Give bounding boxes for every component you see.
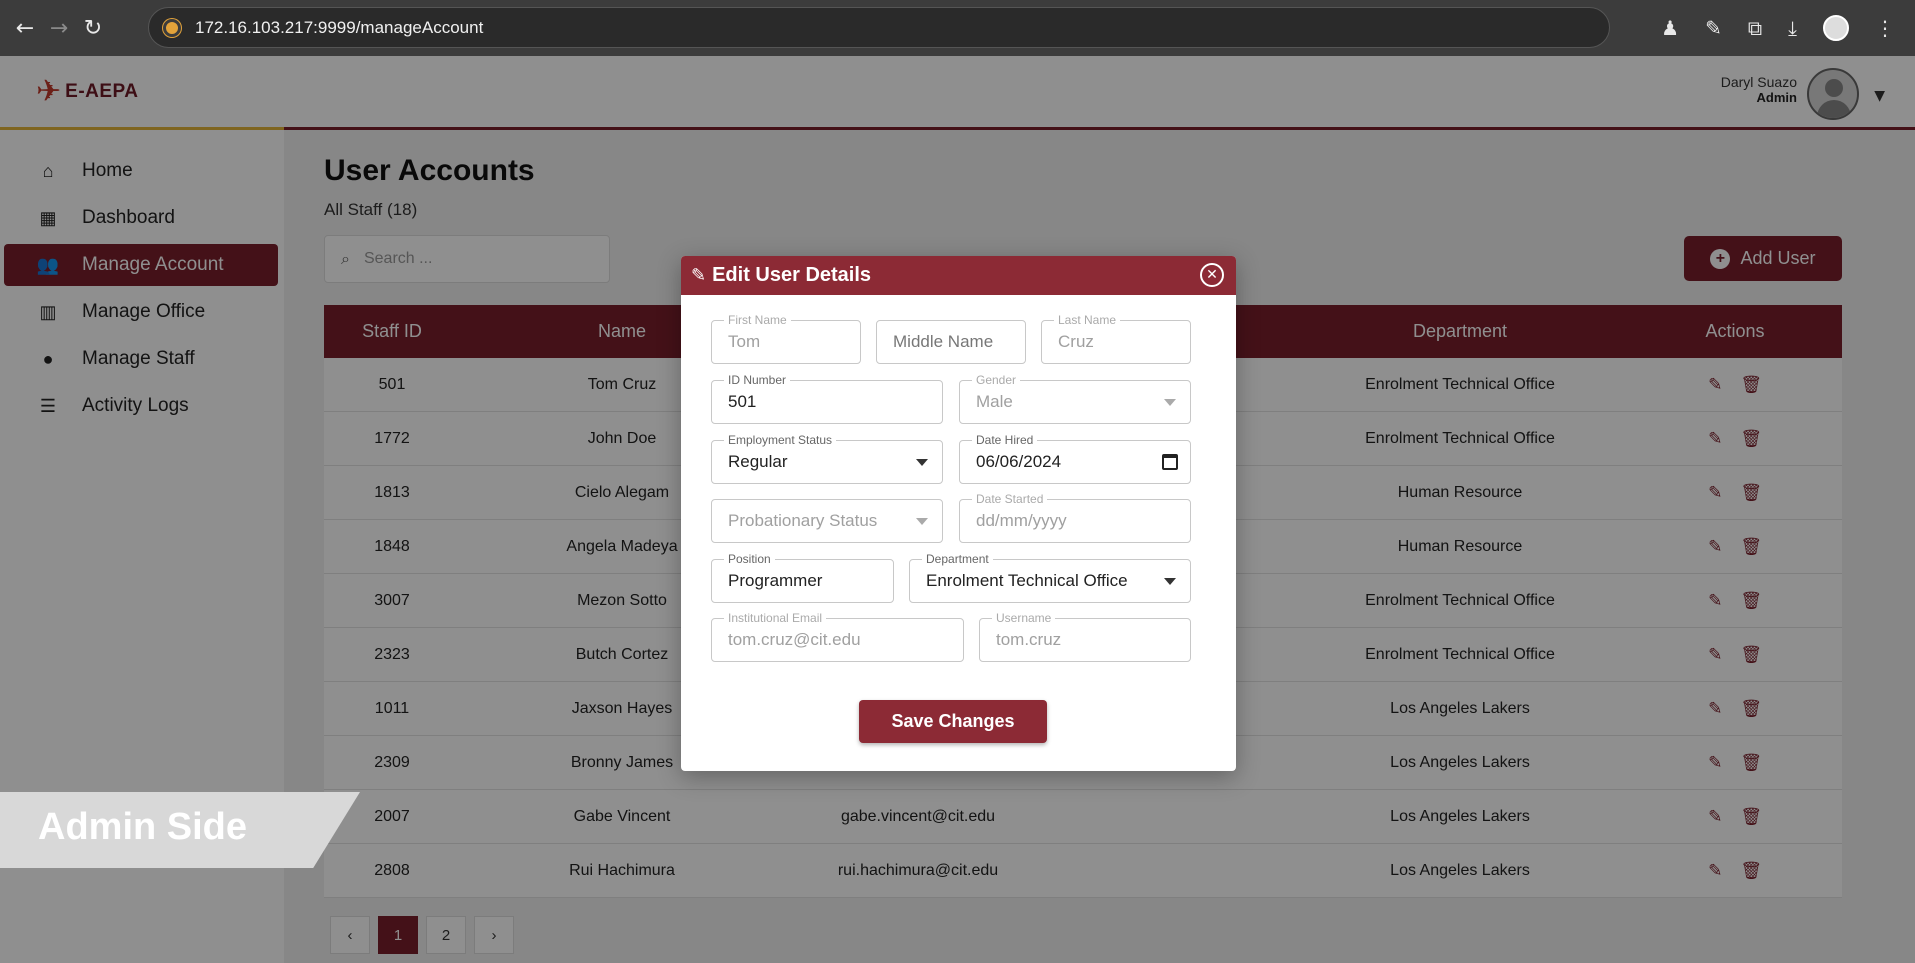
date-started-field[interactable]: Date Started dd/mm/yyyy bbox=[959, 491, 1191, 543]
last-name-field[interactable]: Last Name Cruz bbox=[1041, 312, 1191, 364]
employment-status-value: Regular bbox=[728, 452, 788, 471]
institutional-email-value: tom.cruz@cit.edu bbox=[728, 630, 861, 649]
extension-icon[interactable]: ♟ bbox=[1661, 16, 1679, 40]
position-value: Programmer bbox=[728, 571, 823, 590]
first-name-label: First Name bbox=[724, 312, 791, 328]
admin-side-banner: Admin Side bbox=[0, 792, 360, 868]
probationary-status-select[interactable]: Probationary Status bbox=[711, 499, 943, 543]
middle-name-placeholder: Middle Name bbox=[893, 332, 994, 351]
gender-value: Male bbox=[976, 392, 1013, 411]
department-label: Department bbox=[922, 551, 993, 567]
gender-label: Gender bbox=[972, 372, 1021, 388]
employment-status-label: Employment Status bbox=[724, 432, 837, 448]
close-icon[interactable]: ✕ bbox=[1200, 263, 1224, 287]
institutional-email-label: Institutional Email bbox=[724, 610, 827, 626]
edit-icon: ✎ bbox=[691, 265, 707, 286]
last-name-value: Cruz bbox=[1058, 332, 1094, 351]
department-select[interactable]: Department Enrolment Technical Office bbox=[909, 551, 1191, 603]
institutional-email-field[interactable]: Institutional Email tom.cruz@cit.edu bbox=[711, 610, 964, 662]
chevron-down-icon bbox=[916, 518, 928, 525]
position-label: Position bbox=[724, 551, 775, 567]
first-name-field[interactable]: First Name Tom bbox=[711, 312, 861, 364]
last-name-label: Last Name bbox=[1054, 312, 1121, 328]
edit-user-modal: ✎ Edit User Details ✕ First Name Tom Mid… bbox=[681, 256, 1236, 771]
date-started-label: Date Started bbox=[972, 491, 1048, 507]
department-value: Enrolment Technical Office bbox=[926, 571, 1128, 590]
download-icon[interactable]: ⤓ bbox=[1788, 16, 1797, 40]
modal-header: ✎ Edit User Details bbox=[681, 256, 1236, 295]
id-number-label: ID Number bbox=[724, 372, 791, 388]
gender-select[interactable]: Gender Male bbox=[959, 372, 1191, 424]
probationary-status-placeholder: Probationary Status bbox=[728, 511, 878, 530]
admin-side-text: Admin Side bbox=[38, 806, 248, 848]
username-field[interactable]: Username tom.cruz bbox=[979, 610, 1191, 662]
username-label: Username bbox=[992, 610, 1056, 626]
first-name-value: Tom bbox=[728, 332, 761, 351]
calendar-icon[interactable] bbox=[1162, 454, 1178, 470]
save-changes-button[interactable]: Save Changes bbox=[859, 700, 1047, 743]
date-hired-value: 06/06/2024 bbox=[976, 452, 1062, 471]
position-field[interactable]: Position Programmer bbox=[711, 551, 894, 603]
chevron-down-icon bbox=[1164, 578, 1176, 585]
reload-icon[interactable]: ↻ bbox=[76, 11, 110, 45]
modal-title: Edit User Details bbox=[712, 264, 872, 286]
chevron-down-icon bbox=[1164, 399, 1176, 406]
url-text: 172.16.103.217:9999/manageAccount bbox=[195, 17, 484, 37]
eyedropper-icon[interactable]: ✎ bbox=[1705, 16, 1722, 40]
date-hired-field[interactable]: Date Hired 06/06/2024 bbox=[959, 432, 1191, 484]
middle-name-field[interactable]: Middle Name bbox=[876, 320, 1026, 364]
date-started-value: dd/mm/yyyy bbox=[976, 511, 1067, 530]
back-icon[interactable]: ← bbox=[8, 11, 42, 45]
browser-toolbar: ← → ↻ 172.16.103.217:9999/manageAccount … bbox=[0, 0, 1915, 56]
forward-icon[interactable]: → bbox=[42, 11, 76, 45]
site-info-icon[interactable] bbox=[163, 18, 181, 37]
chevron-down-icon bbox=[916, 459, 928, 466]
employment-status-select[interactable]: Employment Status Regular bbox=[711, 432, 943, 484]
date-hired-label: Date Hired bbox=[972, 432, 1038, 448]
username-value: tom.cruz bbox=[996, 630, 1062, 649]
id-number-field[interactable]: ID Number 501 bbox=[711, 372, 943, 424]
id-number-value: 501 bbox=[728, 392, 757, 411]
address-bar[interactable]: 172.16.103.217:9999/manageAccount bbox=[148, 7, 1610, 48]
puzzle-icon[interactable]: ⧉ bbox=[1748, 16, 1762, 40]
menu-icon[interactable]: ⋮ bbox=[1875, 16, 1895, 40]
profile-icon[interactable] bbox=[1823, 15, 1849, 41]
